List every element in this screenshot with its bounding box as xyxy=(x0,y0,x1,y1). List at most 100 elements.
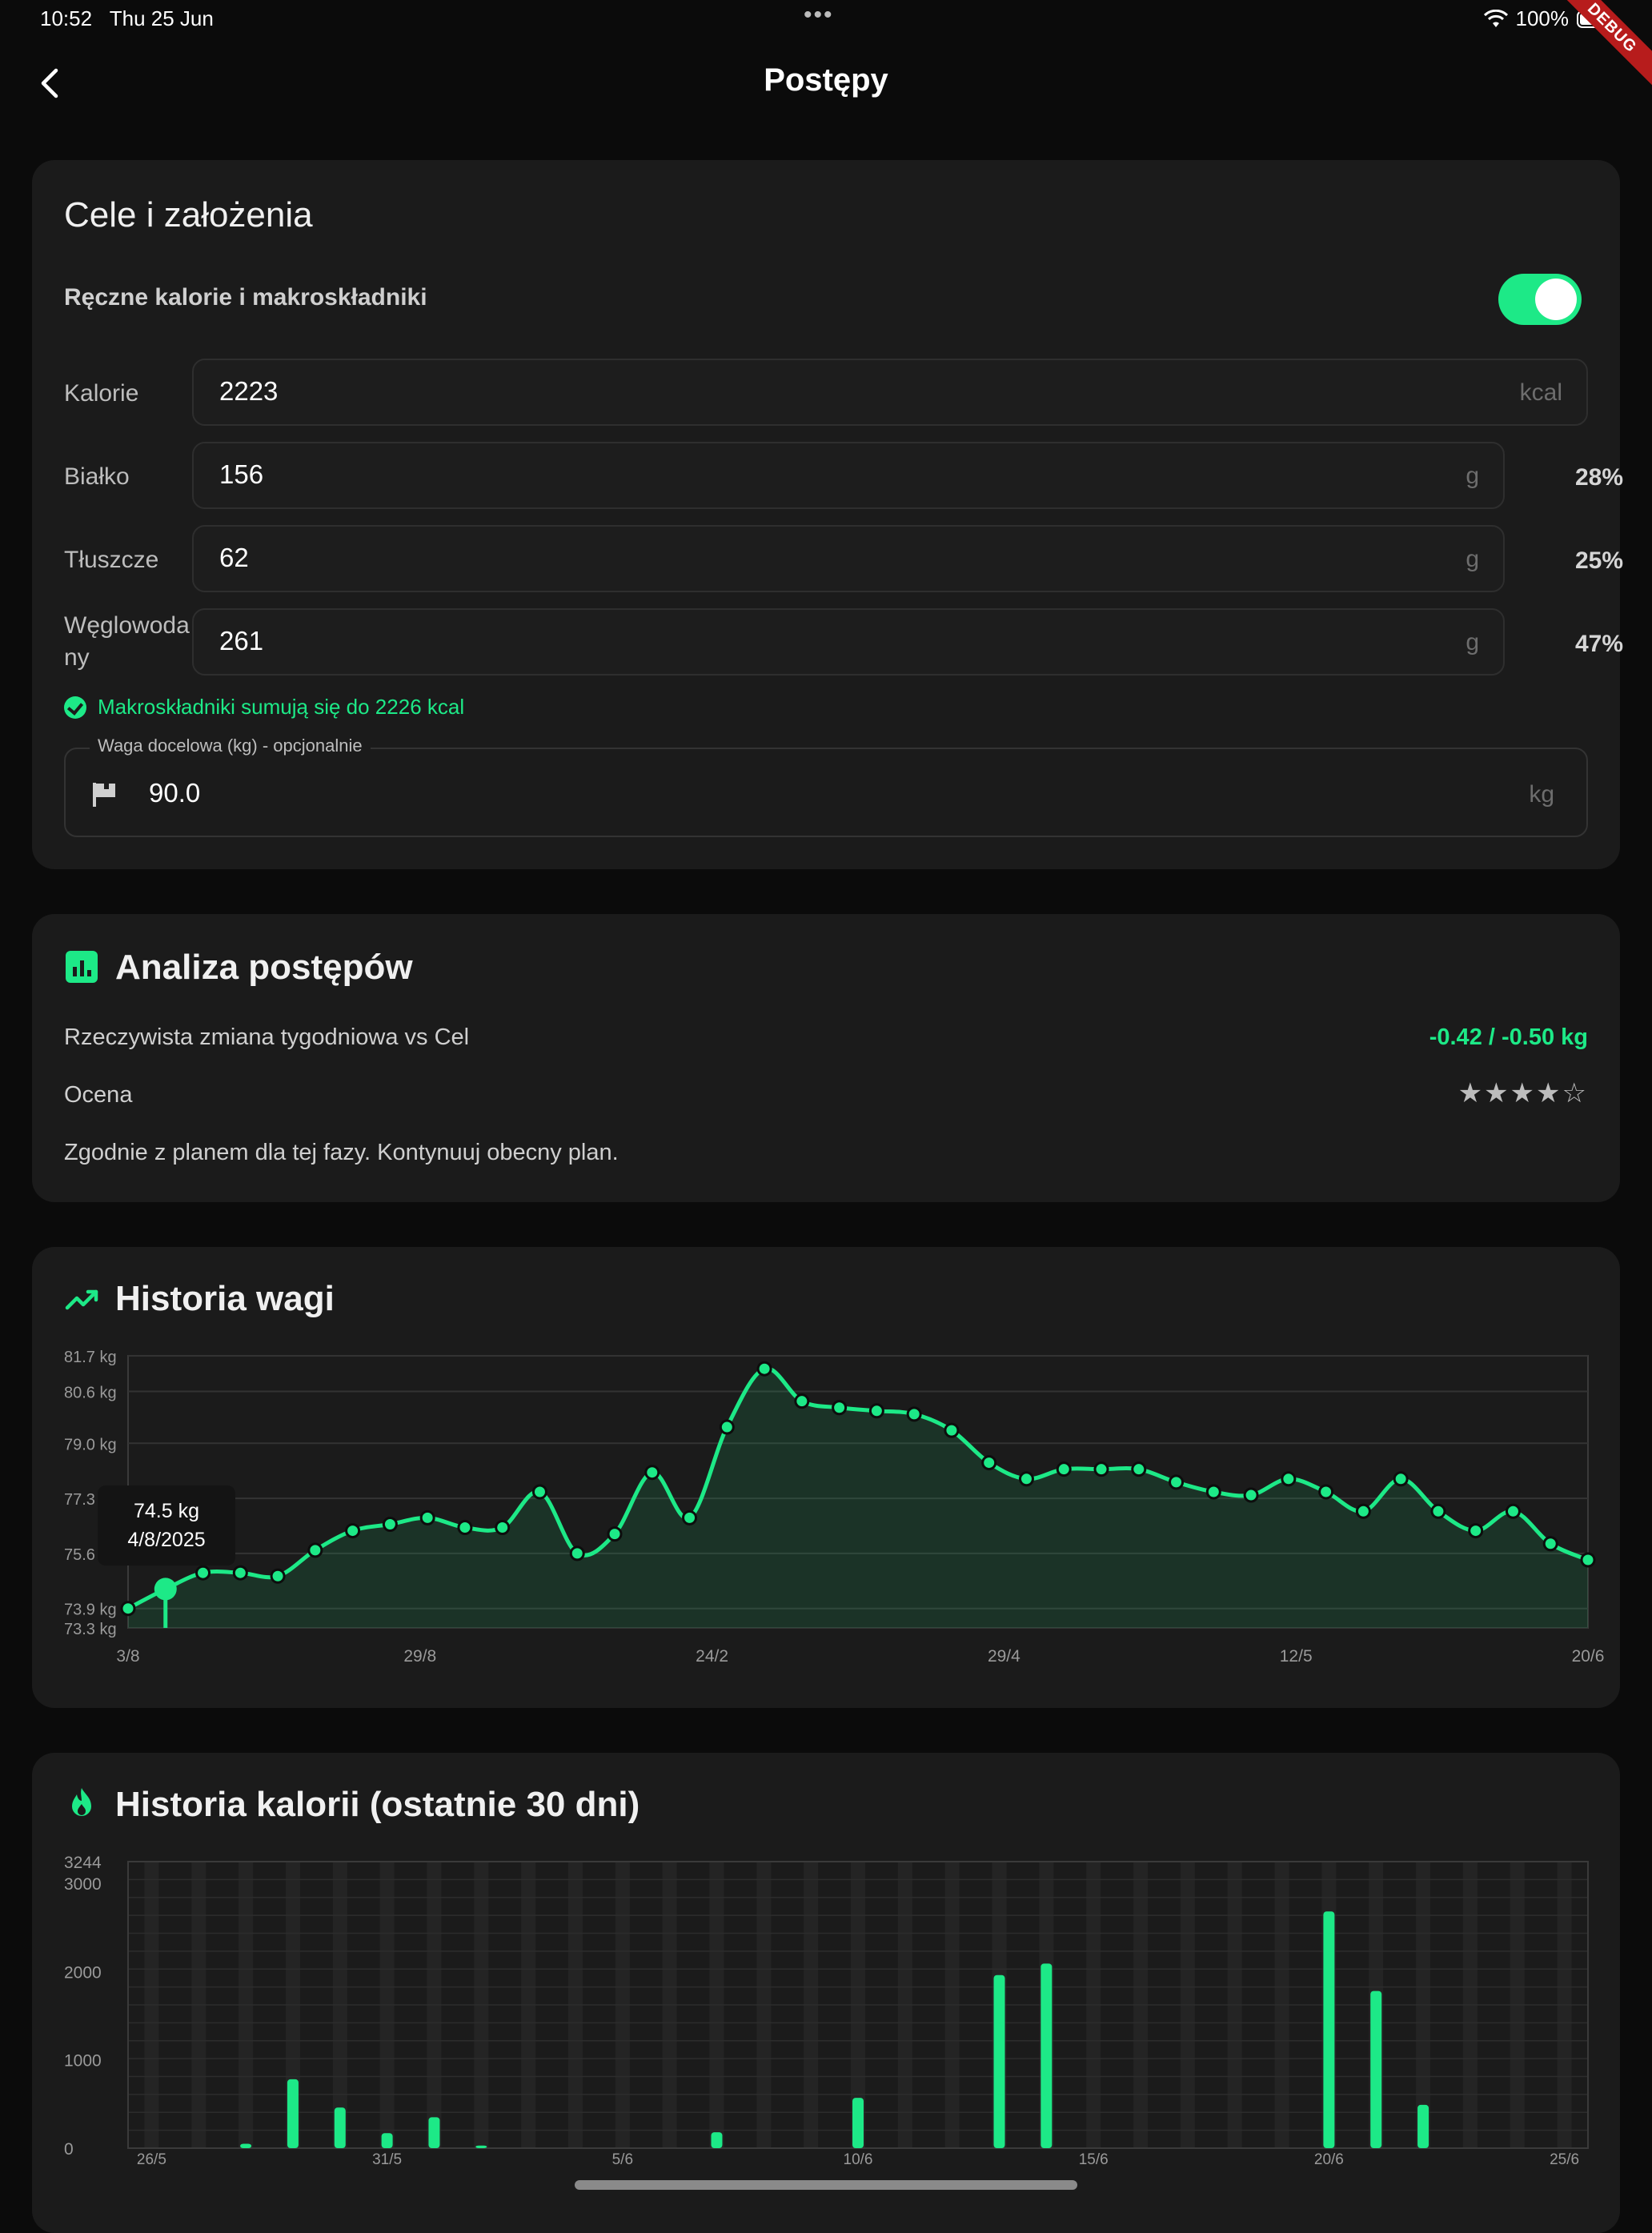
rating-label: Ocena xyxy=(64,1082,133,1108)
target-weight-value: 90.0 xyxy=(149,778,201,808)
calorie-x-tick-label: 31/5 xyxy=(372,2151,402,2168)
protein-value: 156 xyxy=(219,459,264,489)
weight-selected-point xyxy=(154,1578,177,1601)
weekly-change-value: -0.42 / -0.50 kg xyxy=(1429,1024,1588,1050)
analysis-title: Analiza postępów xyxy=(115,948,413,987)
calories-label: Kalorie xyxy=(64,380,139,407)
weight-data-point xyxy=(1205,1484,1221,1500)
calorie-bar xyxy=(852,2098,864,2148)
rating-stars: ★★★★☆ xyxy=(1458,1078,1588,1108)
multitasking-dots-icon[interactable]: ••• xyxy=(804,2,834,29)
carbs-field[interactable]: 261 g xyxy=(192,608,1505,676)
weight-y-tick-label: 79.0 kg xyxy=(64,1436,117,1453)
target-weight-label: Waga docelowa (kg) - opcjonalnie xyxy=(90,736,371,756)
weight-data-point xyxy=(1093,1461,1109,1477)
analytics-icon xyxy=(66,951,98,983)
weight-data-point xyxy=(1393,1471,1409,1487)
weight-data-point xyxy=(832,1400,848,1416)
weight-data-point xyxy=(457,1520,473,1536)
calories-value: 2223 xyxy=(219,376,279,406)
calorie-x-tick-label: 26/5 xyxy=(137,2151,166,2168)
weight-data-point xyxy=(682,1509,698,1525)
calorie-bar xyxy=(1370,1990,1382,2148)
carbs-value: 261 xyxy=(219,626,264,655)
weight-chart[interactable]: 81.7 kg80.6 kg79.0 kg77.3 kg75.6 kg73.9 … xyxy=(32,1247,1620,1708)
calorie-bar xyxy=(428,2117,440,2148)
calorie-y-tick-label: 1000 xyxy=(64,2052,102,2071)
weight-data-point xyxy=(1468,1523,1484,1539)
weight-data-point xyxy=(756,1361,772,1377)
carbs-percent: 47% xyxy=(1574,631,1623,657)
manual-macros-label: Ręczne kalorie i makroskładniki xyxy=(64,284,427,311)
weight-data-point xyxy=(307,1542,323,1558)
calorie-x-tick-label: 15/6 xyxy=(1079,2151,1109,2168)
battery-percent: 100% xyxy=(1515,6,1570,30)
analysis-card: Analiza postępów Rzeczywista zmiana tygo… xyxy=(32,914,1620,1202)
target-weight-field[interactable]: Waga docelowa (kg) - opcjonalnie 90.0 kg xyxy=(64,736,1588,837)
calorie-bar xyxy=(287,2079,299,2148)
check-circle-icon xyxy=(64,696,86,719)
weight-data-point xyxy=(382,1516,398,1532)
weight-y-tick-label: 73.9 kg xyxy=(64,1602,117,1619)
toggle-knob xyxy=(1535,279,1577,320)
calorie-y-tick-label: 3000 xyxy=(64,1875,102,1894)
fat-percent: 25% xyxy=(1574,547,1623,574)
wifi-icon xyxy=(1483,9,1508,27)
protein-label: Białko xyxy=(64,463,130,490)
weight-data-point xyxy=(981,1455,997,1471)
calorie-bar xyxy=(240,2143,252,2148)
carbs-unit: g xyxy=(1466,629,1479,655)
fat-label: Tłuszcze xyxy=(64,547,159,573)
calories-field[interactable]: 2223 kcal xyxy=(192,359,1588,426)
status-time: 10:52 Thu 25 Jun xyxy=(40,6,214,30)
calorie-x-tick-label: 25/6 xyxy=(1550,2151,1579,2168)
weight-data-point xyxy=(1430,1503,1446,1519)
page-title: Postępy xyxy=(764,62,888,98)
manual-macros-toggle[interactable] xyxy=(1498,274,1582,325)
app-bar: Postępy xyxy=(0,48,1652,118)
weight-data-point xyxy=(1355,1503,1371,1519)
analysis-message: Zgodnie z planem dla tej fazy. Kontynuuj… xyxy=(64,1140,619,1165)
protein-percent: 28% xyxy=(1574,464,1623,491)
calorie-bar xyxy=(993,1974,1005,2148)
fat-field[interactable]: 62 g xyxy=(192,525,1505,592)
weight-data-point xyxy=(419,1509,435,1525)
calorie-bar xyxy=(1041,1963,1053,2148)
weight-data-point xyxy=(345,1523,361,1539)
home-indicator[interactable] xyxy=(575,2180,1077,2190)
weight-y-tick-label: 73.3 kg xyxy=(64,1621,117,1638)
calorie-x-tick-label: 10/6 xyxy=(844,2151,873,2168)
calorie-bar xyxy=(1417,2104,1429,2148)
weight-y-tick-label: 80.6 kg xyxy=(64,1385,117,1402)
calorie-history-card: Historia kalorii (ostatnie 30 dni) 3244 3… xyxy=(32,1753,1620,2233)
weight-data-point xyxy=(569,1545,585,1561)
weight-data-point xyxy=(1018,1471,1034,1487)
macro-sum-text: Makroskładniki sumują się do 2226 kcal xyxy=(98,695,465,719)
carbs-label-line2: ny xyxy=(64,644,90,671)
weight-data-point xyxy=(719,1419,735,1435)
weight-data-point xyxy=(1169,1474,1185,1490)
carbs-label-line1: Węglowoda xyxy=(64,612,190,639)
weight-x-tick-label: 29/4 xyxy=(988,1647,1020,1666)
fat-unit: g xyxy=(1466,546,1479,572)
calorie-chart[interactable]: 3244 3000 2000 1000 0 26/5 31/5 5/6 10/6 15/6 20/6… xyxy=(32,1753,1620,2233)
weight-data-point xyxy=(794,1393,810,1409)
weight-data-point xyxy=(906,1406,922,1422)
weight-data-point xyxy=(1505,1503,1521,1519)
calories-unit: kcal xyxy=(1519,379,1562,406)
weight-data-point xyxy=(868,1403,884,1419)
weight-data-point xyxy=(1131,1461,1147,1477)
target-weight-unit: kg xyxy=(1529,781,1554,808)
calorie-y-tick-label: 0 xyxy=(64,2140,74,2159)
weight-x-tick-label: 29/8 xyxy=(403,1647,436,1666)
calorie-x-tick-label: 5/6 xyxy=(612,2151,633,2168)
protein-field[interactable]: 156 g xyxy=(192,442,1505,509)
weight-data-point xyxy=(1243,1487,1259,1503)
weight-data-point xyxy=(607,1526,623,1542)
weight-data-point xyxy=(270,1568,286,1584)
calorie-x-tick-label: 20/6 xyxy=(1314,2151,1344,2168)
weight-x-tick-label: 3/8 xyxy=(116,1647,139,1666)
weight-data-point xyxy=(1281,1471,1297,1487)
weight-tooltip xyxy=(98,1485,235,1566)
weight-x-tick-label: 20/6 xyxy=(1572,1647,1605,1666)
